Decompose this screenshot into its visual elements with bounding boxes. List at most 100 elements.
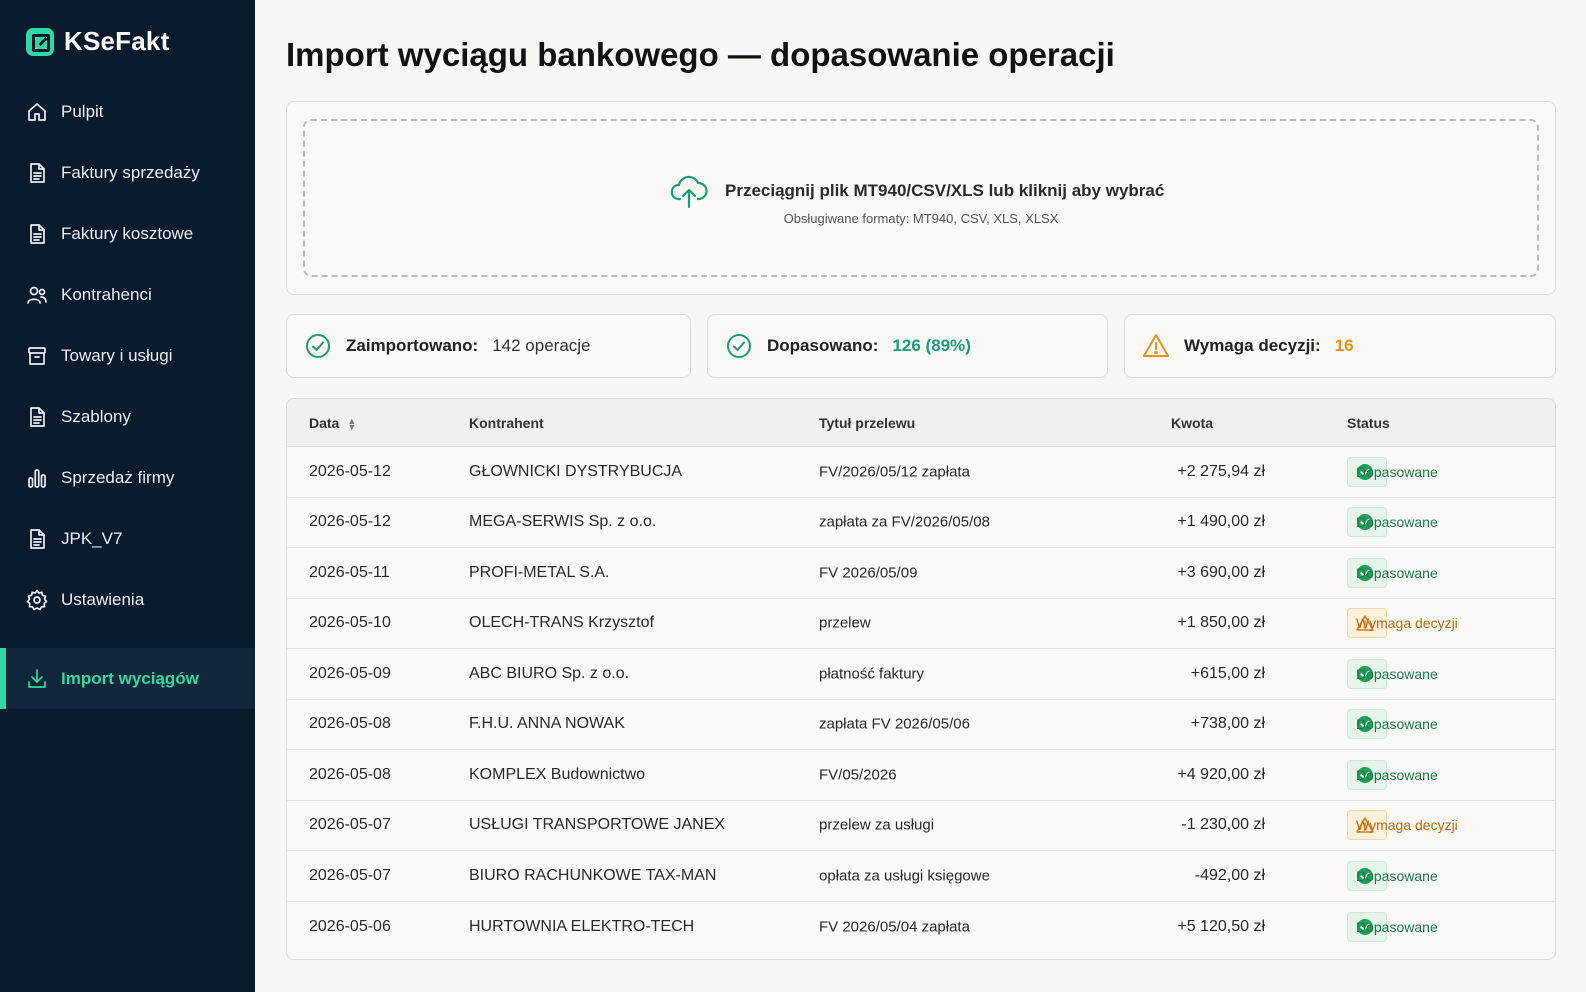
sidebar-item-jpk-v7[interactable]: JPK_V7 xyxy=(0,508,255,569)
cell-amount: +3 690,00 zł xyxy=(1177,563,1265,581)
check-circle-icon xyxy=(727,334,751,358)
app-name: KSeFakt xyxy=(64,26,170,56)
table-row[interactable]: 2026-05-08 KOMPLEX Budownictwo FV/05/2026 +… xyxy=(287,750,1555,801)
box-icon xyxy=(28,346,46,365)
cell-contractor: F.H.U. ANNA NOWAK xyxy=(469,715,625,733)
stat-pending-label: Wymaga decyzji: xyxy=(1184,336,1321,355)
sidebar-item-faktury-sprzedaży[interactable]: Faktury sprzedaży xyxy=(0,142,255,203)
sidebar-item-label: Szablony xyxy=(61,406,131,426)
cell-title: FV/05/2026 xyxy=(819,766,897,784)
column-header-date[interactable]: Data ▲ ▼ xyxy=(309,414,357,432)
status-badge-label: Dopasowane xyxy=(1356,766,1438,783)
status-badge[interactable]: Dopasowane xyxy=(1347,658,1438,689)
cell-date: 2026-05-12 xyxy=(309,513,391,531)
sidebar-item-label: Faktury kosztowe xyxy=(61,223,194,243)
table-row[interactable]: 2026-05-07 BIURO RACHUNKOWE TAX-MAN opłata… xyxy=(287,851,1555,902)
cell-title: płatność faktury xyxy=(819,665,925,683)
sidebar-item-szablony[interactable]: Szablony xyxy=(0,386,255,447)
status-badge[interactable]: Wymaga decyzji xyxy=(1347,810,1458,841)
document-icon xyxy=(30,223,45,244)
status-badge-label: Dopasowane xyxy=(1356,716,1438,733)
table-body: 2026-05-12 GŁOWNICKI DYSTRYBUCJA FV/2026/0… xyxy=(287,447,1555,952)
column-header-contractor: Kontrahent xyxy=(469,414,544,431)
table-row[interactable]: 2026-05-10 OLECH-TRANS Krzysztof przelew +1… xyxy=(287,599,1555,649)
document-icon xyxy=(30,162,45,183)
cell-title: FV 2026/05/09 xyxy=(819,564,918,582)
sidebar-item-label: JPK_V7 xyxy=(61,528,123,548)
gear-icon xyxy=(26,589,48,610)
cell-date: 2026-05-08 xyxy=(309,765,391,783)
cell-title: opłata za usługi księgowe xyxy=(819,867,990,885)
status-badge[interactable]: Dopasowane xyxy=(1347,911,1438,942)
sidebar-item-pulpit[interactable]: Pulpit xyxy=(0,81,255,142)
table-row[interactable]: 2026-05-12 MEGA-SERWIS Sp. z o.o. zapłata … xyxy=(287,498,1555,548)
cell-amount: -1 230,00 zł xyxy=(1181,816,1265,834)
sidebar-nav: Pulpit Faktury sprzedaży Faktury kosztowe K… xyxy=(0,81,255,709)
sidebar-item-towary-i-usługi[interactable]: Towary i usługi xyxy=(0,325,255,386)
cell-contractor: MEGA-SERWIS Sp. z o.o. xyxy=(469,513,657,531)
cell-title: przelew za usługi xyxy=(819,816,935,834)
sidebar-item-faktury-kosztowe[interactable]: Faktury kosztowe xyxy=(0,203,255,264)
stat-pending: Wymaga decyzji: 16 xyxy=(1124,314,1556,378)
cell-date: 2026-05-10 xyxy=(309,614,391,632)
status-badge[interactable]: Dopasowane xyxy=(1347,860,1438,891)
table-row[interactable]: 2026-05-11 PROFI-METAL S.A. FV 2026/05/09 +… xyxy=(287,548,1555,599)
status-badge[interactable]: Dopasowane xyxy=(1347,557,1438,588)
document-icon xyxy=(30,528,45,549)
status-badge-label: Dopasowane xyxy=(1356,918,1438,935)
cell-amount: +4 920,00 zł xyxy=(1177,765,1265,783)
status-badge[interactable]: Dopasowane xyxy=(1347,709,1438,740)
cell-contractor: ABC BIURO Sp. z o.o. xyxy=(469,664,630,682)
column-header-title: Tytuł przelewu xyxy=(819,414,916,431)
app-logo[interactable]: KSeFakt xyxy=(26,26,169,57)
cell-amount: +2 275,94 zł xyxy=(1177,462,1265,480)
sort-icon: ▲ ▼ xyxy=(347,415,357,432)
column-header-amount: Kwota xyxy=(1171,414,1213,431)
status-badge-label: Dopasowane xyxy=(1356,867,1438,884)
sidebar-item-label: Kontrahenci xyxy=(61,284,152,304)
sidebar-item-kontrahenci[interactable]: Kontrahenci xyxy=(0,264,255,325)
status-badge-label: Dopasowane xyxy=(1356,665,1438,682)
cell-amount: -492,00 zł xyxy=(1194,866,1265,884)
cell-title: FV/2026/05/12 zapłata xyxy=(819,463,970,481)
table-row[interactable]: 2026-05-07 USŁUGI TRANSPORTOWE JANEX przel… xyxy=(287,801,1555,851)
status-badge[interactable]: Dopasowane xyxy=(1347,507,1438,538)
warning-icon xyxy=(1143,334,1169,357)
stat-imported-value: 142 operacje xyxy=(492,336,591,355)
sidebar-item-label: Import wyciągów xyxy=(61,668,199,688)
cell-date: 2026-05-06 xyxy=(309,917,391,935)
page-title: Import wyciągu bankowego — dopasowanie o… xyxy=(286,36,1115,73)
cell-title: przelew xyxy=(819,614,871,632)
cell-contractor: BIURO RACHUNKOWE TAX-MAN xyxy=(469,866,717,884)
file-dropzone[interactable]: Przeciągnij plik MT940/CSV/XLS lub klikn… xyxy=(303,119,1539,277)
stat-matched: Dopasowano: 126 (89%) xyxy=(707,314,1108,378)
stat-imported: Zaimportowano: 142 operacje xyxy=(286,314,691,378)
stat-pending-value: 16 xyxy=(1334,336,1354,355)
home-icon xyxy=(28,102,46,121)
cell-contractor: HURTOWNIA ELEKTRO-TECH xyxy=(469,917,695,935)
cell-amount: +738,00 zł xyxy=(1190,715,1265,733)
operations-table: Data ▲ ▼ Kontrahent Tytuł przelewu Kwota S… xyxy=(286,398,1556,960)
column-header-status: Status xyxy=(1347,414,1390,431)
status-badge[interactable]: Dopasowane xyxy=(1347,759,1438,790)
stat-imported-label: Zaimportowano: xyxy=(346,336,479,355)
table-row[interactable]: 2026-05-08 F.H.U. ANNA NOWAK zapłata FV 20… xyxy=(287,700,1555,750)
logo-icon xyxy=(26,27,54,56)
table-row[interactable]: 2026-05-12 GŁOWNICKI DYSTRYBUCJA FV/2026/0… xyxy=(287,447,1555,498)
sidebar-item-label: Faktury sprzedaży xyxy=(61,162,200,182)
sidebar-item-import-wyciągów[interactable]: Import wyciągów xyxy=(0,648,255,709)
table-row[interactable]: 2026-05-09 ABC BIURO Sp. z o.o. płatność f… xyxy=(287,649,1555,700)
cell-contractor: USŁUGI TRANSPORTOWE JANEX xyxy=(469,816,726,834)
cell-contractor: KOMPLEX Budownictwo xyxy=(469,765,646,783)
sidebar-item-sprzedaż-firmy[interactable]: Sprzedaż firmy xyxy=(0,447,255,508)
status-badge-label: Wymaga decyzji xyxy=(1356,615,1458,632)
column-header-date-label: Data xyxy=(309,414,340,431)
cell-amount: +1 490,00 zł xyxy=(1177,513,1265,531)
cell-date: 2026-05-11 xyxy=(309,563,390,581)
status-badge[interactable]: Wymaga decyzji xyxy=(1347,608,1458,639)
status-badge[interactable]: Dopasowane xyxy=(1347,456,1438,487)
cell-amount: +615,00 zł xyxy=(1190,664,1265,682)
table-row[interactable]: 2026-05-06 HURTOWNIA ELEKTRO-TECH FV 2026/… xyxy=(287,902,1555,953)
sidebar-item-ustawienia[interactable]: Ustawienia xyxy=(0,569,255,630)
table-header: Data ▲ ▼ Kontrahent Tytuł przelewu Kwota S… xyxy=(287,399,1555,447)
